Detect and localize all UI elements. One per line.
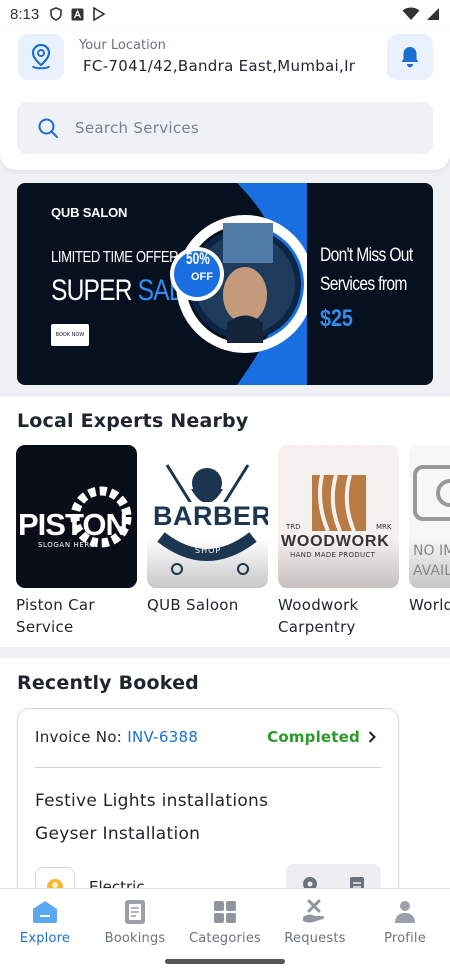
expert-card[interactable]: BARBER SHOP QUB Saloon xyxy=(147,445,268,616)
service-item: Geyser Installation xyxy=(35,824,201,844)
banner-book-now-button[interactable]: BOOK NOW xyxy=(51,324,89,346)
person-icon xyxy=(394,899,416,925)
status-notification-icons xyxy=(49,7,106,21)
status-time: 8:13 xyxy=(10,5,40,23)
invoice-number: INV-6388 xyxy=(127,728,199,746)
recently-booked-section: Recently Booked Invoice No: INV-6388 Com… xyxy=(0,658,450,908)
expert-card[interactable]: NO IMAGE AVAILABLE World Pvt. Ltd. xyxy=(409,445,450,616)
expert-logo-subtitle: HAND MADE PRODUCT xyxy=(290,551,376,559)
expert-logo-title: WOODWORK xyxy=(281,533,390,550)
expert-logo-subtitle: SLOGAN HERE xyxy=(38,541,95,549)
nav-label: Categories xyxy=(188,931,262,946)
location-pin-icon xyxy=(31,43,51,70)
nav-profile[interactable]: Profile xyxy=(360,889,450,949)
expert-logo-subtitle: AVAILABLE xyxy=(413,563,450,579)
banner-discount-suffix: OFF xyxy=(191,271,213,283)
banner-tagline-1: Don't Miss Out xyxy=(320,245,413,266)
signal-icon xyxy=(427,8,439,20)
expert-card[interactable]: PISTON SLOGAN HERE Piston Car Service xyxy=(16,445,137,638)
shield-icon xyxy=(50,7,63,21)
booking-card[interactable]: Invoice No: INV-6388 Completed Festive L… xyxy=(17,708,399,908)
nav-label: Requests xyxy=(284,931,346,946)
nav-label: Profile xyxy=(384,931,426,946)
hand-tools-icon xyxy=(302,899,328,925)
banner-offer-line: LIMITED TIME OFFER xyxy=(51,249,179,266)
status-bar: 8:13 xyxy=(0,0,450,28)
card-divider xyxy=(35,767,382,768)
app-screen: 8:13 Your Location FC-7041/42,Bandra Eas… xyxy=(0,0,450,975)
home-icon xyxy=(32,899,58,925)
header-card: Your Location FC-7041/42,Bandra East,Mum… xyxy=(0,28,450,170)
expert-logo-title: NO IMAGE xyxy=(413,543,450,559)
nav-requests[interactable]: Requests xyxy=(270,889,360,949)
banner-tagline-2: Services from xyxy=(320,274,407,295)
invoice-label-text: Invoice No: xyxy=(35,728,123,746)
expert-logo: TRD MRK WOODWORK HAND MADE PRODUCT xyxy=(278,445,399,588)
location-label: Your Location xyxy=(79,38,166,53)
expert-logo: BARBER SHOP xyxy=(147,445,268,588)
expert-logo: PISTON SLOGAN HERE xyxy=(16,445,137,588)
nav-label: Bookings xyxy=(104,931,166,946)
section-title-recent: Recently Booked xyxy=(17,672,199,694)
banner-artwork xyxy=(170,183,307,385)
expert-name: World Pvt. Ltd. xyxy=(409,596,450,614)
expert-logo-left: TRD xyxy=(286,523,301,531)
expert-logo-title: PISTON xyxy=(18,507,128,542)
expert-card[interactable]: TRD MRK WOODWORK HAND MADE PRODUCT Woodw… xyxy=(278,445,399,638)
expert-logo-title: BARBER xyxy=(153,501,268,531)
expert-logo-right: MRK xyxy=(376,523,392,531)
invoice-label: Invoice No: INV-6388 xyxy=(35,728,198,746)
grid-icon xyxy=(213,899,237,925)
text-a-icon xyxy=(71,8,84,20)
section-title-experts: Local Experts Nearby xyxy=(17,410,249,432)
play-store-icon xyxy=(93,7,106,21)
location-button[interactable] xyxy=(18,34,64,80)
search-bar[interactable] xyxy=(17,102,433,154)
banner-price: $25 xyxy=(320,305,353,332)
nav-label: Explore xyxy=(19,931,71,946)
booking-status-text: Completed xyxy=(267,728,360,746)
promo-banner[interactable]: QUB SALON LIMITED TIME OFFER SUPER SALE … xyxy=(17,183,433,385)
expert-logo: NO IMAGE AVAILABLE xyxy=(409,445,450,588)
document-icon xyxy=(124,899,146,925)
location-value[interactable]: FC-7041/42,Bandra East,Mumbai,India xyxy=(83,57,355,75)
expert-name: QUB Saloon xyxy=(147,596,239,614)
banner-discount-value: 50% xyxy=(186,249,210,268)
nav-categories[interactable]: Categories xyxy=(180,889,270,949)
expert-name: Piston Car Service xyxy=(16,596,95,636)
booking-status[interactable]: Completed xyxy=(267,728,376,746)
bell-icon xyxy=(401,47,419,68)
wifi-icon xyxy=(402,7,420,20)
local-experts-section: Local Experts Nearby PISTON SLOGAN HERE … xyxy=(0,397,450,647)
notifications-button[interactable] xyxy=(387,34,433,80)
banner-sale-word-1: SUPER xyxy=(51,274,132,307)
status-system-icons xyxy=(402,7,440,21)
chevron-right-icon xyxy=(368,731,376,743)
service-item: Festive Lights installations xyxy=(35,791,269,811)
banner-brand: QUB SALON xyxy=(51,205,128,220)
nav-bookings[interactable]: Bookings xyxy=(90,889,180,949)
wood-grain-icon xyxy=(312,474,366,532)
nav-explore[interactable]: Explore xyxy=(0,889,90,949)
expert-name: Woodwork Carpentry xyxy=(278,596,359,636)
expert-logo-subtitle: SHOP xyxy=(195,546,222,555)
search-icon xyxy=(38,118,58,138)
search-input[interactable] xyxy=(75,119,395,137)
home-indicator[interactable] xyxy=(165,959,285,964)
